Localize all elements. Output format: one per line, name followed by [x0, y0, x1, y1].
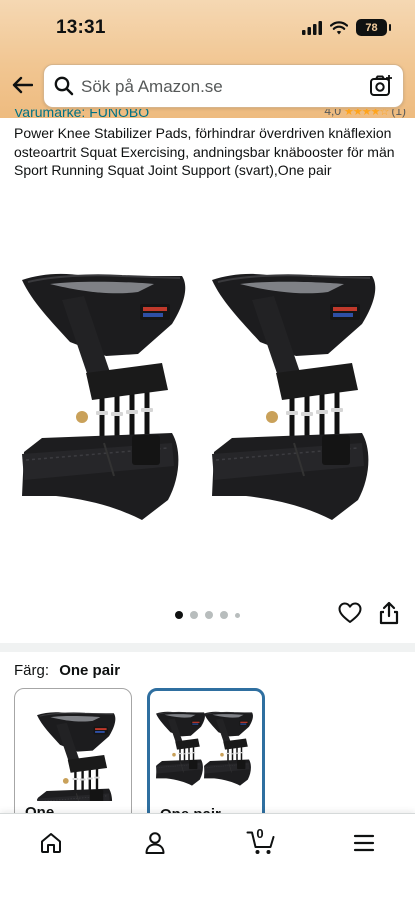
nav-menu[interactable] [348, 828, 380, 858]
status-time: 13:31 [56, 17, 106, 38]
search-icon [54, 76, 74, 96]
back-button[interactable] [8, 70, 36, 100]
home-icon [41, 833, 61, 853]
carousel-dot[interactable] [205, 611, 213, 619]
variant-thumbnail [155, 711, 254, 787]
carousel-dot[interactable] [235, 612, 240, 618]
carousel-dot[interactable] [220, 611, 228, 619]
search-placeholder: Sök på Amazon.se [81, 77, 223, 96]
color-selected-value: One pair [59, 662, 121, 679]
battery-icon: 78 [356, 19, 391, 36]
account-icon [145, 832, 165, 854]
variant-option-single[interactable]: One [14, 688, 132, 828]
search-input[interactable]: Sök på Amazon.se [43, 64, 404, 108]
nav-account[interactable] [139, 828, 171, 858]
rating-value: 4,0 [324, 109, 342, 118]
status-bar: 13:31 78 [0, 0, 415, 54]
section-divider [0, 643, 415, 652]
product-image[interactable] [0, 200, 415, 600]
status-icons: 78 [302, 19, 391, 36]
rating-count: (1) [391, 109, 406, 118]
rating-summary[interactable]: 4,0 ★★★★☆ (1) [324, 109, 406, 118]
variant-thumbnail [35, 711, 117, 827]
color-label: Färg: [14, 662, 50, 679]
arrow-left-icon [12, 76, 33, 94]
cellular-signal-icon [302, 20, 322, 35]
app-header: 13:31 78 Sök på Amazon.se [0, 0, 415, 118]
color-selector-label: Färg: One pair [14, 662, 120, 679]
camera-search-icon[interactable] [369, 74, 393, 98]
carousel-dot[interactable] [175, 611, 183, 619]
brand-rating-row: Varumärke: FUNOBO 4,0 ★★★★☆ (1) [14, 109, 406, 123]
wifi-icon [330, 20, 348, 34]
rating-stars: ★★★★☆ [344, 109, 389, 118]
variant-option-pair[interactable]: One pair [147, 688, 265, 828]
bottom-navigation: 0 [0, 813, 415, 900]
share-icon[interactable] [378, 601, 400, 625]
menu-icon [353, 834, 375, 852]
product-title: Power Knee Stabilizer Pads, förhindrar ö… [14, 125, 395, 178]
nav-home[interactable] [35, 828, 67, 858]
cart-count-badge: 0 [256, 826, 264, 841]
heart-icon[interactable] [338, 602, 362, 624]
carousel-dot[interactable] [190, 611, 198, 619]
nav-cart[interactable]: 0 [244, 826, 278, 858]
brand-link[interactable]: Varumärke: FUNOBO [14, 109, 149, 120]
